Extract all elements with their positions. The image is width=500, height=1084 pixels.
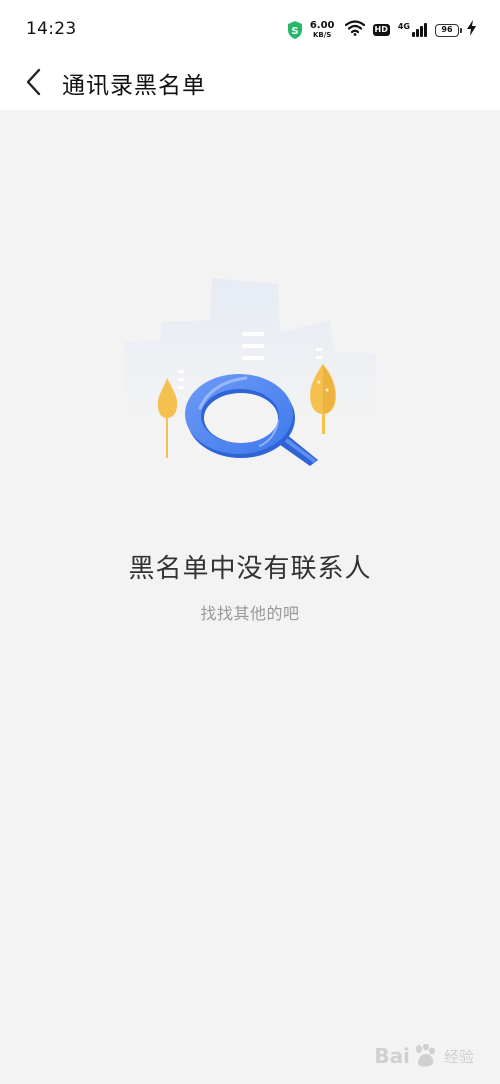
svg-text:S: S bbox=[291, 26, 298, 37]
app-bar: 通讯录黑名单 bbox=[0, 58, 500, 110]
battery-icon: 96 bbox=[435, 23, 462, 37]
status-time: 14:23 bbox=[26, 19, 77, 39]
empty-search-illustration bbox=[120, 270, 380, 490]
cellular-signal-icon: 4G bbox=[398, 23, 427, 37]
paw-logo-icon bbox=[415, 1044, 435, 1067]
watermark-logo-text: Bai bbox=[374, 1044, 410, 1068]
chevron-left-icon bbox=[26, 68, 41, 96]
empty-state-subtitle: 找找其他的吧 bbox=[200, 604, 300, 623]
network-speed-value: 6.00 bbox=[309, 20, 335, 31]
battery-level: 96 bbox=[441, 25, 453, 34]
charging-bolt-icon bbox=[467, 20, 476, 40]
network-speed: 6.00 KB/S bbox=[310, 21, 335, 39]
empty-state-title: 黑名单中没有联系人 bbox=[128, 554, 372, 584]
status-icons: S 6.00 KB/S HD 4G 96 bbox=[287, 19, 476, 41]
page-title: 通讯录黑名单 bbox=[62, 73, 206, 99]
hd-badge: HD bbox=[372, 24, 390, 36]
network-speed-unit: KB/S bbox=[312, 31, 332, 39]
baidu-jingyan-watermark: Bai 经验 bbox=[374, 1044, 474, 1068]
wifi-icon bbox=[344, 20, 365, 40]
signal-label: 4G bbox=[397, 22, 410, 31]
status-bar: 14:23 S 6.00 KB/S HD 4G 96 bbox=[0, 0, 500, 58]
back-button[interactable] bbox=[14, 62, 54, 102]
watermark-cn-text: 经验 bbox=[443, 1047, 474, 1066]
security-shield-icon: S bbox=[287, 21, 302, 39]
